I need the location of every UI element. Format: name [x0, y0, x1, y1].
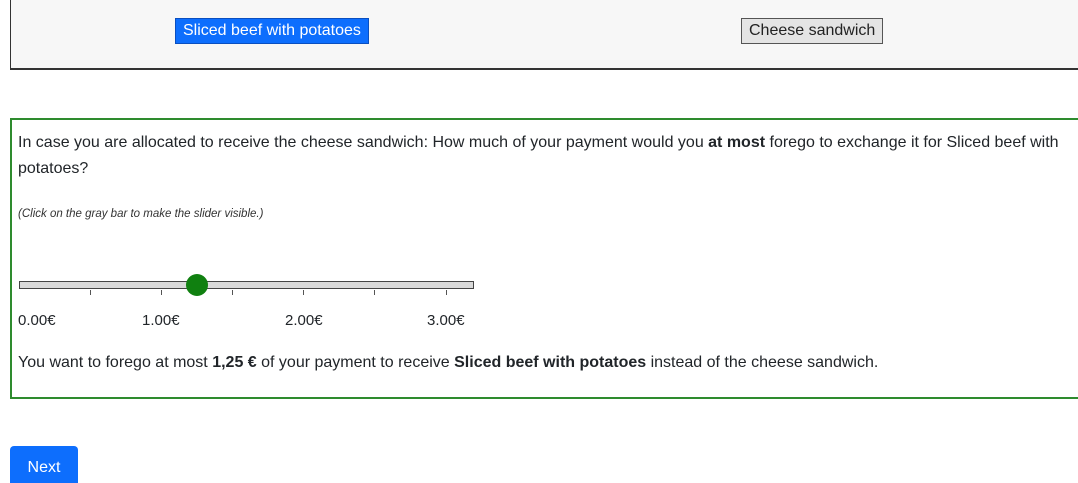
slider-tick: [303, 290, 304, 295]
choice-cheese-sandwich-button[interactable]: Cheese sandwich: [741, 18, 884, 44]
slider-tick-label: 2.00€: [285, 312, 323, 329]
question-text: In case you are allocated to receive the…: [18, 130, 1078, 182]
slider-tick: [161, 290, 162, 295]
result-item: Sliced beef with potatoes: [454, 354, 647, 371]
slider-thumb[interactable]: [186, 274, 208, 296]
slider-tick: [232, 290, 233, 295]
question-text-part1: In case you are allocated to receive the…: [18, 134, 709, 151]
question-box: In case you are allocated to receive the…: [10, 118, 1078, 399]
question-emphasis: at most: [708, 134, 766, 151]
food-choice-panel: Sliced beef with potatoes Cheese sandwic…: [10, 0, 1078, 70]
result-text-part2: of your payment to receive: [256, 354, 455, 371]
slider-tick: [446, 290, 447, 295]
slider-hint: (Click on the gray bar to make the slide…: [18, 208, 264, 220]
result-amount: 1,25 €: [212, 354, 257, 371]
result-text-part1: You want to forego at most: [18, 354, 213, 371]
result-text: You want to forego at most 1,25 € of you…: [18, 352, 878, 374]
slider-tick: [90, 290, 91, 295]
next-button[interactable]: Next: [10, 446, 78, 483]
slider-track[interactable]: [19, 281, 474, 289]
slider-tick-label: 3.00€: [427, 312, 465, 329]
slider-tick-label: 0.00€: [18, 312, 56, 329]
result-text-part3: instead of the cheese sandwich.: [646, 354, 879, 371]
slider-tick-label: 1.00€: [142, 312, 180, 329]
choice-sliced-beef-button[interactable]: Sliced beef with potatoes: [175, 18, 369, 44]
slider-tick: [374, 290, 375, 295]
